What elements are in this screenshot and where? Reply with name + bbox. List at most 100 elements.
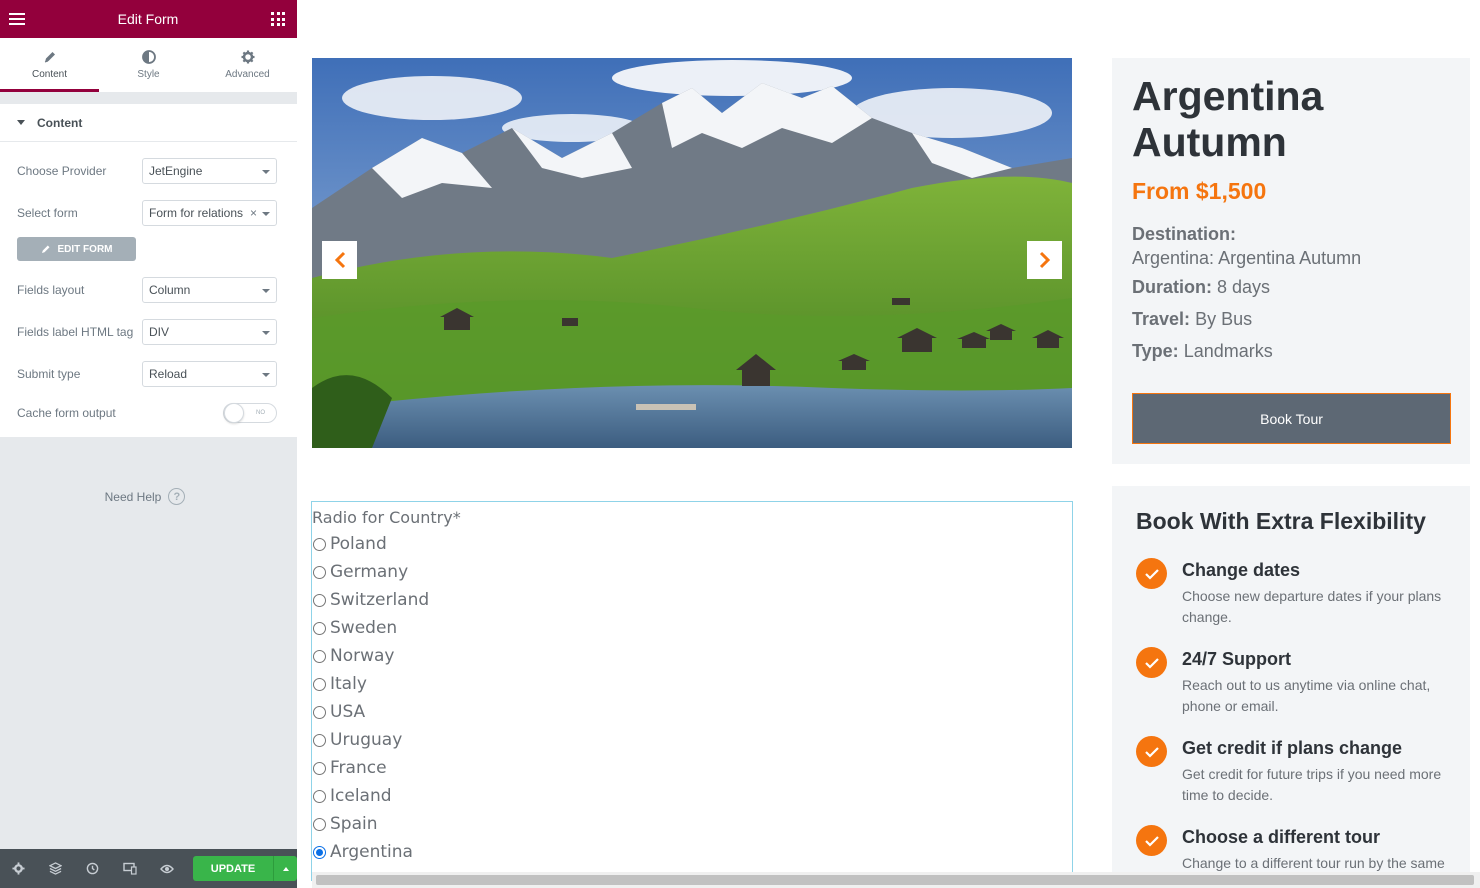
scrollbar-thumb[interactable]: [316, 875, 1474, 885]
radio-option[interactable]: Iceland: [312, 786, 392, 806]
feature-title: 24/7 Support: [1182, 649, 1292, 669]
panel-header: Edit Form: [0, 0, 297, 38]
radio-button[interactable]: [313, 677, 326, 691]
radio-label: Uruguay: [330, 730, 403, 750]
control-layout: Fields layout Column: [17, 277, 277, 303]
feature-text: Change to a different tour run by the sa…: [1182, 855, 1445, 871]
check-icon: [1136, 558, 1167, 589]
radio-button[interactable]: [313, 761, 326, 775]
control-label: Fields label HTML tag: [17, 325, 134, 339]
radio-option[interactable]: Sweden: [312, 618, 397, 638]
radio-option[interactable]: France: [312, 758, 387, 778]
radio-button[interactable]: [313, 593, 326, 607]
radio-option[interactable]: Poland: [312, 534, 387, 554]
need-help-link[interactable]: Need Help ?: [0, 488, 290, 505]
radio-button[interactable]: [313, 565, 326, 579]
widgets-grid-icon[interactable]: [271, 12, 285, 26]
slide-image: [312, 58, 1072, 448]
question-icon: ?: [168, 488, 186, 505]
radio-button[interactable]: [313, 649, 326, 663]
select-value: JetEngine: [149, 164, 203, 178]
editor-panel: Edit Form Content Style Advanced Content…: [0, 0, 297, 888]
submit-type-select[interactable]: Reload: [142, 361, 277, 387]
tour-price: From $1,500: [1132, 178, 1267, 204]
settings-icon[interactable]: [0, 849, 37, 888]
book-tour-button[interactable]: Book Tour: [1132, 393, 1451, 444]
travel-value: By Bus: [1195, 309, 1253, 329]
horizontal-scrollbar[interactable]: [312, 872, 1480, 888]
edit-form-button[interactable]: EDIT FORM: [17, 237, 136, 261]
radio-label: USA: [330, 702, 366, 722]
duration-row: Duration: 8 days: [1132, 275, 1450, 299]
check-icon: [1136, 736, 1167, 767]
slider-next-button[interactable]: [1027, 241, 1062, 279]
radio-label: Argentina: [330, 842, 413, 862]
radio-option[interactable]: Italy: [312, 674, 367, 694]
radio-button[interactable]: [313, 845, 326, 859]
control-label-tag: Fields label HTML tag DIV: [17, 319, 277, 345]
radio-group-label: Radio for Country*: [312, 508, 461, 527]
radio-button[interactable]: [313, 537, 326, 551]
radio-button[interactable]: [313, 817, 326, 831]
control-label: Submit type: [17, 367, 81, 381]
radio-button[interactable]: [313, 621, 326, 635]
feature-text: Get credit for future trips if you need …: [1182, 766, 1442, 803]
radio-button[interactable]: [313, 789, 326, 803]
clear-icon[interactable]: ×: [250, 206, 257, 220]
duration-value: 8 days: [1217, 277, 1271, 297]
history-icon[interactable]: [74, 849, 111, 888]
feature-title: Change dates: [1182, 560, 1301, 580]
tab-label: Advanced: [225, 69, 270, 80]
feature-text: Reach out to us anytime via online chat,…: [1182, 677, 1431, 714]
destination-label: Destination:: [1132, 224, 1237, 244]
form-select[interactable]: Form for relations ×: [142, 200, 277, 226]
flexibility-card: Book With Extra Flexibility Change dates…: [1112, 486, 1470, 888]
chevron-left-icon: [334, 251, 345, 269]
radio-label: France: [330, 758, 387, 778]
cache-toggle[interactable]: NO: [223, 403, 277, 423]
image-slider: [312, 58, 1072, 448]
label-tag-select[interactable]: DIV: [142, 319, 277, 345]
tab-label: Content: [31, 69, 68, 80]
feature-title: Choose a different tour: [1182, 827, 1381, 847]
control-label: Cache form output: [17, 406, 116, 420]
layers-icon[interactable]: [37, 849, 74, 888]
duration-label: Duration:: [1132, 277, 1212, 297]
select-value: Column: [149, 283, 191, 297]
radio-label: Spain: [330, 814, 378, 834]
radio-option[interactable]: Germany: [312, 562, 408, 582]
radio-option[interactable]: Argentina: [312, 842, 413, 862]
gear-icon: [241, 50, 254, 64]
pencil-icon: [44, 52, 55, 63]
radio-label: Italy: [330, 674, 367, 694]
tab-style[interactable]: Style: [99, 38, 198, 92]
travel-row: Travel: By Bus: [1132, 307, 1450, 331]
panel-footer: UPDATE: [0, 849, 297, 888]
hamburger-menu-icon[interactable]: [9, 13, 25, 25]
toggle-state: NO: [256, 410, 265, 416]
tab-advanced[interactable]: Advanced: [198, 38, 297, 92]
button-label: EDIT FORM: [57, 243, 113, 255]
radio-option[interactable]: Switzerland: [312, 590, 429, 610]
provider-select[interactable]: JetEngine: [142, 158, 277, 184]
preview-eye-icon[interactable]: [148, 849, 185, 888]
radio-option[interactable]: Norway: [312, 646, 395, 666]
section-toggle-content[interactable]: Content: [0, 104, 297, 142]
radio-button[interactable]: [313, 733, 326, 747]
pencil-icon: [41, 245, 49, 253]
radio-option[interactable]: USA: [312, 702, 365, 722]
update-options-button[interactable]: [273, 856, 297, 881]
radio-button[interactable]: [313, 705, 326, 719]
controls-list: Choose Provider JetEngine Select form Fo…: [0, 142, 297, 437]
control-label: Select form: [17, 206, 78, 220]
radio-option[interactable]: Uruguay: [312, 730, 402, 750]
layout-select[interactable]: Column: [142, 277, 277, 303]
select-value: Reload: [149, 367, 188, 381]
radio-option[interactable]: Spain: [312, 814, 378, 834]
tour-title: Argentina Autumn: [1132, 73, 1324, 165]
slider-prev-button[interactable]: [322, 241, 357, 279]
update-button[interactable]: UPDATE: [193, 856, 273, 881]
contrast-icon: [141, 50, 156, 64]
responsive-icon[interactable]: [111, 849, 148, 888]
tab-content[interactable]: Content: [0, 38, 99, 92]
